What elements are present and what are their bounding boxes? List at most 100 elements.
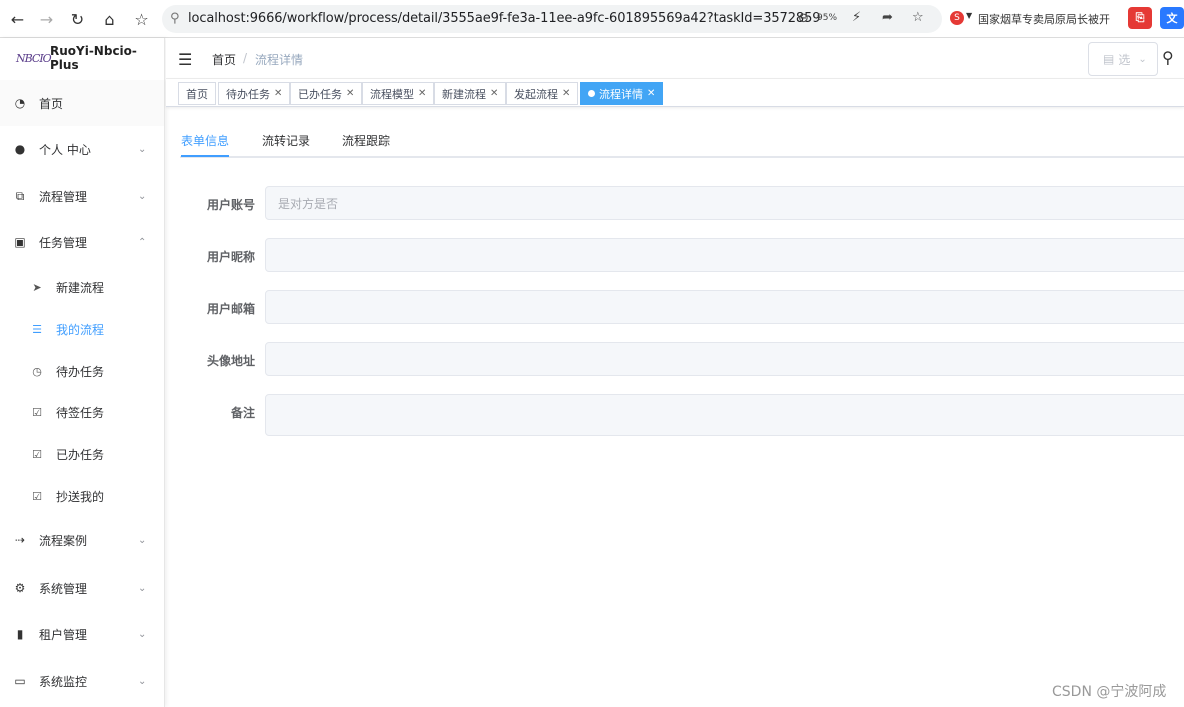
flow-icon: ⧉ (15, 188, 25, 203)
sidebar-item-finished[interactable]: ☑ 已办任务 (0, 433, 164, 475)
sidebar-item-label: 流程案例 (39, 533, 88, 548)
chevron-down-icon: ⌄ (138, 143, 147, 155)
tag-start-flow[interactable]: 发起流程 ✕ (506, 82, 579, 105)
sidebar-item-claim[interactable]: ☑ 待签任务 (0, 391, 164, 433)
form-label: 头像地址 (206, 354, 255, 368)
lightning-icon[interactable]: ⚡ (852, 10, 861, 25)
sidebar-item-system[interactable]: ⚙ 系统管理 ⌄ (0, 565, 164, 611)
active-dot-icon (588, 90, 595, 97)
pdf-extension-icon[interactable]: ⎘ (1128, 7, 1152, 29)
tags-view: 首页 待办任务 ✕ 已办任务 ✕ 流程模型 ✕ 新建流程 ✕ 发起流程 ✕ 流程详情 ✕ (166, 79, 1184, 107)
sidebar-item-label: 系统管理 (39, 581, 88, 596)
news-hint[interactable]: 国家烟草专卖局原局长被开 (978, 11, 1110, 27)
chevron-down-icon: ⌄ (138, 534, 147, 546)
close-icon[interactable]: ✕ (647, 88, 655, 99)
address-url: localhost:9666/workflow/process/detail/3… (188, 11, 821, 26)
sidebar-item-case[interactable]: ⇢ 流程案例 ⌄ (0, 517, 164, 563)
hamburger-icon[interactable]: ☰ (178, 50, 192, 69)
close-icon[interactable]: ✕ (346, 88, 354, 99)
email-field[interactable] (265, 290, 1184, 324)
sidebar-item-my-flow[interactable]: ☰ 我的流程 (0, 308, 164, 350)
translate-extension-icon[interactable]: 文 (1160, 7, 1184, 29)
sidebar-item-label: 任务管理 (39, 235, 88, 250)
breadcrumb-separator: / (243, 51, 248, 65)
chevron-down-icon[interactable]: ▼ (966, 11, 972, 20)
logo[interactable]: NBCIO RuoYi-Nbcio-Plus (0, 38, 164, 78)
header-select[interactable]: ▤ 选 ⌄ (1088, 42, 1158, 76)
list-icon: ☰ (32, 322, 42, 336)
favorite-star-icon[interactable]: ☆ (912, 10, 924, 25)
remark-textarea[interactable] (265, 394, 1184, 436)
form-label: 用户昵称 (206, 250, 255, 264)
sidebar-item-label: 个人 中心 (39, 142, 91, 157)
close-icon[interactable]: ✕ (418, 88, 426, 99)
chevron-up-icon: ⌃ (138, 236, 147, 248)
tag-label: 流程详情 (599, 87, 643, 101)
tag-label: 已办任务 (298, 87, 342, 101)
task-icon: ▣ (14, 235, 26, 249)
zoom-level: 95% (817, 13, 838, 23)
share-icon[interactable]: ➦ (882, 10, 893, 25)
sidebar-item-label: 抄送我的 (56, 489, 105, 504)
home-icon[interactable]: ⌂ (94, 4, 125, 34)
sidebar-item-label: 我的流程 (56, 322, 105, 337)
sidebar-item-monitor[interactable]: ▭ 系统监控 ⌄ (0, 658, 164, 704)
gear-icon: ⚙ (14, 581, 26, 595)
search-icon[interactable]: ⚲ (1162, 48, 1174, 67)
sidebar-item-new-flow[interactable]: ➤ 新建流程 (0, 266, 164, 308)
sidebar-item-task-manage[interactable]: ▣ 任务管理 ⌃ (0, 219, 164, 265)
chevron-down-icon: ⌄ (138, 190, 147, 202)
back-icon[interactable]: ← (2, 4, 33, 34)
detail-tabs: 表单信息 流转记录 流程跟踪 (180, 122, 1184, 158)
tag-flow-detail[interactable]: 流程详情 ✕ (580, 82, 664, 105)
tag-label: 新建流程 (442, 87, 486, 101)
tag-finished[interactable]: 已办任务 ✕ (290, 82, 363, 105)
form-label: 用户账号 (206, 198, 255, 212)
sidebar-item-flow-manage[interactable]: ⧉ 流程管理 ⌄ (0, 173, 164, 219)
tag-todo[interactable]: 待办任务 ✕ (218, 82, 291, 105)
tab-form-info[interactable]: 表单信息 (181, 132, 229, 149)
close-icon[interactable]: ✕ (274, 88, 282, 99)
close-icon[interactable]: ✕ (490, 88, 498, 99)
watermark: CSDN @宁波阿成 (1052, 684, 1167, 700)
sidebar-item-label: 待签任务 (56, 405, 105, 420)
dashboard-icon: ◔ (14, 96, 26, 110)
case-icon: ⇢ (14, 533, 26, 547)
sidebar-item-label: 新建流程 (56, 280, 105, 295)
monitor-icon: ▭ (14, 674, 26, 688)
browser-toolbar: ← → ↻ ⌂ ☆ ⚲ localhost:9666/workflow/proc… (0, 0, 1184, 38)
tab-flow-track[interactable]: 流程跟踪 (342, 132, 390, 149)
nickname-field[interactable] (265, 238, 1184, 272)
zoom-icon[interactable]: ⊖ (798, 11, 809, 26)
chevron-down-icon: ⌄ (138, 582, 147, 594)
sidebar-item-tenant[interactable]: ▮ 租户管理 ⌄ (0, 611, 164, 657)
sidebar-item-profile[interactable]: ● 个人 中心 ⌄ (0, 126, 164, 172)
tab-flow-record[interactable]: 流转记录 (262, 132, 310, 149)
sidebar-item-label: 待办任务 (56, 364, 105, 379)
search-icon: ⚲ (170, 11, 180, 26)
tag-model[interactable]: 流程模型 ✕ (362, 82, 435, 105)
chevron-down-icon: ⌄ (1138, 53, 1147, 65)
logo-icon: NBCIO (16, 51, 52, 65)
tag-label: 待办任务 (226, 87, 270, 101)
bookmark-star-icon[interactable]: ☆ (126, 4, 157, 34)
search-engine-icon[interactable]: S (950, 11, 964, 25)
tag-label: 发起流程 (514, 87, 558, 101)
sidebar-item-label: 已办任务 (56, 447, 105, 462)
close-icon[interactable]: ✕ (562, 88, 570, 99)
breadcrumb-home[interactable]: 首页 (212, 51, 236, 68)
chevron-down-icon: ⌄ (138, 628, 147, 640)
forward-icon[interactable]: → (31, 4, 62, 34)
sidebar-item-copy[interactable]: ☑ 抄送我的 (0, 475, 164, 517)
check-icon: ☑ (32, 405, 42, 419)
address-bar[interactable]: ⚲ localhost:9666/workflow/process/detail… (162, 5, 942, 33)
sidebar-item-home[interactable]: ◔ 首页 (0, 80, 164, 126)
avatar-url-field[interactable] (265, 342, 1184, 376)
sidebar-item-todo[interactable]: ◷ 待办任务 (0, 350, 164, 392)
tag-new-flow[interactable]: 新建流程 ✕ (434, 82, 507, 105)
tag-home[interactable]: 首页 (178, 82, 216, 105)
reload-icon[interactable]: ↻ (62, 4, 93, 34)
sidebar-item-label: 首页 (39, 96, 64, 111)
account-field[interactable]: 是对方是否 (265, 186, 1184, 220)
send-icon: ➤ (32, 280, 42, 294)
